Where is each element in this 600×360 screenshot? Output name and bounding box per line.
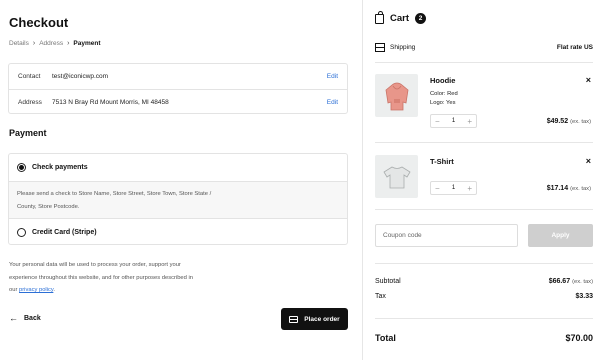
divider <box>375 209 593 210</box>
address-value: 7513 N Bray Rd Mount Morris, MI 48458 <box>52 98 169 106</box>
quantity-value[interactable]: 1 <box>452 185 455 191</box>
total-value: $70.00 <box>565 333 593 343</box>
apply-coupon-button[interactable]: Apply <box>528 224 593 247</box>
breadcrumb-payment: Payment <box>73 40 101 47</box>
contact-row: Contact test@iconicwp.com Edit <box>9 64 347 89</box>
payment-methods: Check payments Please send a check to St… <box>8 153 348 245</box>
divider <box>375 142 593 143</box>
privacy-policy-link[interactable]: privacy policy <box>19 287 53 293</box>
payment-option-label: Credit Card (Stripe) <box>32 229 97 236</box>
plus-icon[interactable]: + <box>467 184 472 193</box>
privacy-suffix: . <box>53 287 55 293</box>
edit-address-link[interactable]: Edit <box>327 99 338 106</box>
total-label: Total <box>375 333 396 343</box>
checkout-main: Checkout Details › Address › Payment Con… <box>0 0 362 360</box>
breadcrumb-details[interactable]: Details <box>9 40 29 47</box>
item-tax-note: (ex. tax) <box>570 119 591 125</box>
radio-unselected-icon[interactable] <box>17 228 26 237</box>
tax-row: Tax $3.33 <box>375 293 593 300</box>
item-price: $17.14 (ex. tax) <box>547 185 591 192</box>
payment-option-stripe[interactable]: Credit Card (Stripe) <box>9 219 347 246</box>
quantity-stepper[interactable]: − 1 + <box>430 114 477 128</box>
item-meta-line: Color: Red <box>430 91 458 97</box>
cart-header: Cart 2 <box>375 11 427 24</box>
address-label: Address <box>18 98 42 106</box>
subtotal-row: Subtotal $66.67 (ex. tax) <box>375 278 593 285</box>
plus-icon[interactable]: + <box>467 117 472 126</box>
divider <box>375 318 593 319</box>
payment-description: Please send a check to Store Name, Store… <box>9 181 347 219</box>
divider <box>375 263 593 264</box>
total-row: Total $70.00 <box>375 333 593 343</box>
edit-contact-link[interactable]: Edit <box>327 73 338 80</box>
shipping-label: Shipping <box>390 44 416 51</box>
item-price: $49.52 (ex. tax) <box>547 118 591 125</box>
remove-item-icon[interactable]: × <box>586 75 591 85</box>
product-thumbnail[interactable] <box>375 74 418 117</box>
breadcrumb-address[interactable]: Address <box>39 40 63 47</box>
privacy-line: experience throughout this website, and … <box>9 274 194 281</box>
subtotal-value: $66.67 <box>548 278 571 285</box>
quantity-value[interactable]: 1 <box>452 118 455 124</box>
item-price-value: $49.52 <box>546 118 569 125</box>
back-label: Back <box>24 314 41 322</box>
product-thumbnail[interactable] <box>375 155 418 198</box>
item-meta: Color: Red Logo: Yes <box>430 90 458 108</box>
address-row: Address 7513 N Bray Rd Mount Morris, MI … <box>9 89 347 114</box>
arrow-left-icon: ← <box>9 313 18 323</box>
privacy-line: Your personal data will be used to proce… <box>9 262 181 268</box>
subtotal-label: Subtotal <box>375 278 401 285</box>
checkout-page: Checkout Details › Address › Payment Con… <box>0 0 600 360</box>
page-title: Checkout <box>9 15 69 30</box>
item-meta-line: Logo: Yes <box>430 100 456 106</box>
item-price-value: $17.14 <box>546 185 569 192</box>
payment-description-line: Please send a check to Store Name, Store… <box>17 191 212 197</box>
radio-selected-icon[interactable] <box>17 163 26 172</box>
cart-sidebar: Cart 2 Shipping Flat rate US Hoodie Colo… <box>362 0 600 360</box>
tax-label: Tax <box>375 293 386 300</box>
cart-count-badge: 2 <box>415 12 427 24</box>
payment-option-label: Check payments <box>32 164 88 171</box>
item-tax-note: (ex. tax) <box>570 186 591 192</box>
privacy-prefix: our <box>9 287 19 293</box>
divider <box>375 62 593 63</box>
cart-item: Hoodie Color: Red Logo: Yes × − 1 + $49.… <box>375 74 593 144</box>
customer-info-box: Contact test@iconicwp.com Edit Address 7… <box>8 63 348 114</box>
quantity-stepper[interactable]: − 1 + <box>430 181 477 195</box>
coupon-input[interactable]: Coupon code <box>375 224 518 247</box>
contact-value: test@iconicwp.com <box>52 73 109 80</box>
privacy-line: our privacy policy. <box>9 284 229 297</box>
subtotal-amount: $66.67 (ex. tax) <box>549 278 593 285</box>
package-icon <box>375 43 385 52</box>
item-name[interactable]: T-Shirt <box>430 157 454 166</box>
shopping-bag-icon <box>375 11 384 24</box>
hoodie-icon <box>385 82 408 110</box>
privacy-notice: Your personal data will be used to proce… <box>9 259 229 297</box>
payment-option-check[interactable]: Check payments <box>9 154 347 181</box>
minus-icon[interactable]: − <box>435 117 440 126</box>
tshirt-icon <box>382 166 411 188</box>
credit-card-icon <box>289 315 299 323</box>
chevron-right-icon: › <box>67 40 70 47</box>
chevron-right-icon: › <box>32 40 36 47</box>
contact-label: Contact <box>18 73 41 80</box>
subtotal-tax-note: (ex. tax) <box>572 279 593 285</box>
payment-description-line: County, Store Postcode. <box>17 204 80 210</box>
back-button[interactable]: ← Back <box>9 313 41 323</box>
shipping-value: Flat rate US <box>556 44 593 51</box>
breadcrumb: Details › Address › Payment <box>9 40 101 47</box>
remove-item-icon[interactable]: × <box>586 156 591 166</box>
minus-icon[interactable]: − <box>435 184 440 193</box>
cart-title: Cart <box>390 12 410 24</box>
shipping-row: Shipping Flat rate US <box>375 43 593 52</box>
place-order-label: Place order <box>304 315 340 323</box>
place-order-button[interactable]: Place order <box>281 308 348 330</box>
cart-item: T-Shirt × − 1 + $17.14 (ex. tax) <box>375 155 593 225</box>
payment-heading: Payment <box>9 128 47 138</box>
tax-value: $3.33 <box>575 293 593 300</box>
item-name[interactable]: Hoodie <box>430 76 455 85</box>
